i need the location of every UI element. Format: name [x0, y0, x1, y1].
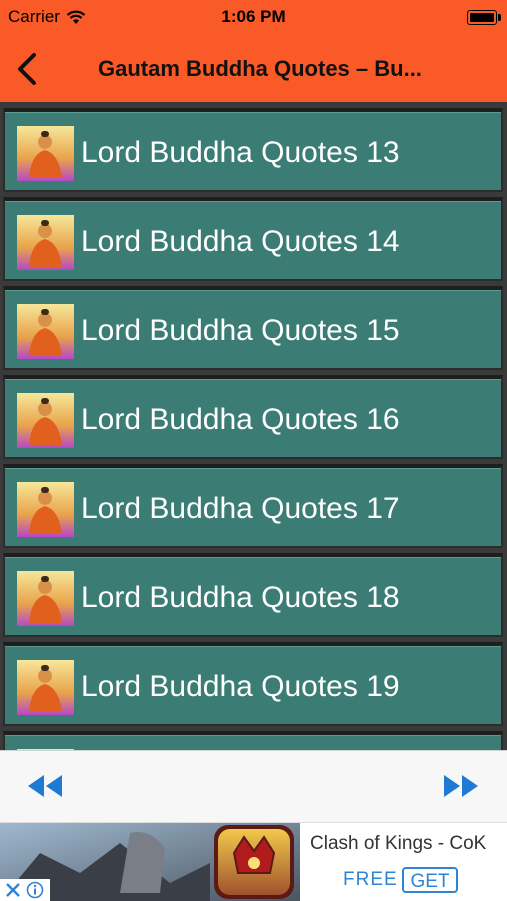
- status-time: 1:06 PM: [221, 7, 286, 26]
- list-item[interactable]: Lord Buddha Quotes 18: [3, 553, 503, 637]
- battery-icon: [467, 10, 501, 25]
- rewind-icon[interactable]: [24, 771, 66, 801]
- buddha-thumbnail-icon: [17, 660, 74, 715]
- list-item[interactable]: Lord Buddha Quotes 16: [3, 375, 503, 459]
- page-title: Gautam Buddha Quotes – Bu...: [98, 56, 422, 81]
- buddha-thumbnail-icon: [17, 571, 74, 626]
- list-item-label: Lord Buddha Quotes 19: [81, 670, 400, 703]
- list-item[interactable]: Lord Buddha Quotes 13: [3, 108, 503, 192]
- info-icon[interactable]: [26, 881, 44, 899]
- ad-price: FREE: [343, 869, 398, 890]
- quotes-list[interactable]: Lord Buddha Quotes 13 Lord Buddha Quotes…: [0, 102, 507, 750]
- list-item[interactable]: Lord Buddha Quotes 15: [3, 286, 503, 370]
- chevron-left-icon[interactable]: [10, 50, 46, 88]
- list-item-label: Lord Buddha Quotes 14: [81, 225, 400, 258]
- close-icon[interactable]: [4, 881, 22, 899]
- list-item-label: Lord Buddha Quotes 15: [81, 314, 400, 347]
- fast-forward-icon[interactable]: [440, 771, 482, 801]
- buddha-thumbnail-icon: [17, 304, 74, 359]
- list-item[interactable]: Lord Buddha Quotes 14: [3, 197, 503, 281]
- ad-banner[interactable]: Clash of Kings - CoK FREE GET: [0, 822, 507, 901]
- ad-controls: [0, 879, 50, 901]
- buddha-thumbnail-icon: [17, 393, 74, 448]
- list-item[interactable]: [3, 731, 503, 750]
- nav-bar: Gautam Buddha Quotes – Bu...: [0, 36, 507, 102]
- ad-get-button[interactable]: GET: [402, 867, 458, 893]
- list-item-label: Lord Buddha Quotes 17: [81, 492, 400, 525]
- list-item[interactable]: Lord Buddha Quotes 19: [3, 642, 503, 726]
- status-bar: Carrier 1:06 PM: [0, 0, 507, 36]
- buddha-thumbnail-icon: [17, 482, 74, 537]
- list-item-label: Lord Buddha Quotes 13: [81, 136, 400, 169]
- buddha-thumbnail-icon: [17, 215, 74, 270]
- list-item[interactable]: Lord Buddha Quotes 17: [3, 464, 503, 548]
- list-item-label: Lord Buddha Quotes 18: [81, 581, 400, 614]
- bottom-toolbar: [0, 750, 507, 823]
- ad-title: Clash of Kings - CoK: [310, 833, 487, 854]
- list-item-label: Lord Buddha Quotes 16: [81, 403, 400, 436]
- buddha-thumbnail-icon: [17, 126, 74, 181]
